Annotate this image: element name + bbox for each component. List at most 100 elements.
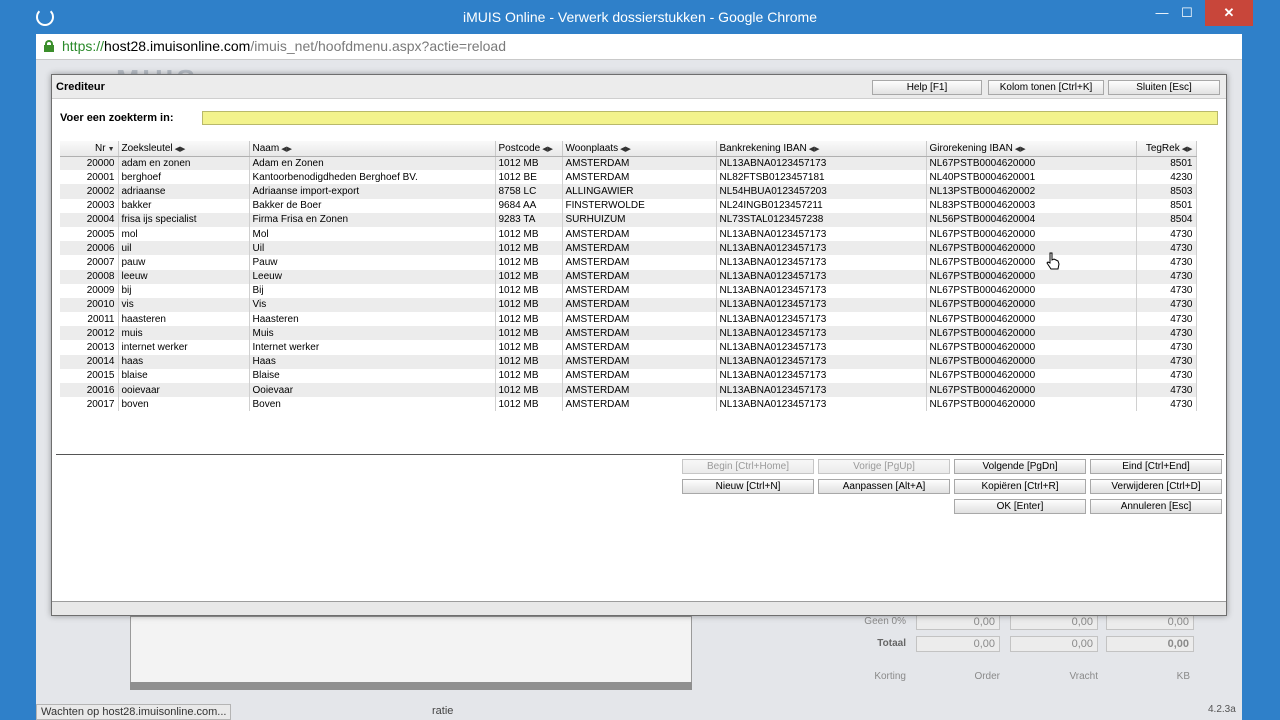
table-row[interactable]: 20007 pauw Pauw 1012 MB AMSTERDAM NL13ABNA012… bbox=[60, 255, 1197, 270]
cancel-button[interactable]: Annuleren [Esc] bbox=[1090, 499, 1222, 514]
table-row[interactable]: 20000 adam en zonen Adam en Zonen 1012 MB AM… bbox=[60, 156, 1197, 171]
table-row[interactable]: 20016 ooievaar Ooievaar 1012 MB AMSTERDAM NL1… bbox=[60, 383, 1197, 398]
maximize-button[interactable]: ☐ bbox=[1172, 0, 1202, 26]
table-cell: muis bbox=[118, 326, 250, 341]
close-dialog-button[interactable]: Sluiten [Esc] bbox=[1108, 80, 1220, 95]
table-row[interactable]: 20005 mol Mol 1012 MB AMSTERDAM NL13ABNA01234… bbox=[60, 226, 1197, 242]
previous-button[interactable]: Vorige [PgUp] bbox=[818, 459, 950, 474]
delete-button[interactable]: Verwijderen [Ctrl+D] bbox=[1090, 479, 1222, 494]
table-cell: AMSTERDAM bbox=[562, 226, 717, 242]
column-header-postcode[interactable]: Postcode ◀▶ bbox=[495, 141, 563, 157]
table-row[interactable]: 20004 frisa ijs specialist Firma Frisa en … bbox=[60, 212, 1197, 227]
table-cell: 20017 bbox=[60, 397, 119, 412]
table-cell: 8501 bbox=[1136, 198, 1197, 213]
show-columns-button[interactable]: Kolom tonen [Ctrl+K] bbox=[988, 80, 1104, 95]
table-cell: Haasteren bbox=[249, 312, 496, 327]
table-row[interactable]: 20011 haasteren Haasteren 1012 MB AMSTERDAM N… bbox=[60, 312, 1197, 327]
table-row[interactable]: 20009 bij Bij 1012 MB AMSTERDAM NL13ABNA01234… bbox=[60, 283, 1197, 298]
next-button[interactable]: Volgende [PgDn] bbox=[954, 459, 1086, 474]
begin-button[interactable]: Begin [Ctrl+Home] bbox=[682, 459, 814, 474]
new-button[interactable]: Nieuw [Ctrl+N] bbox=[682, 479, 814, 494]
sort-icon: ◀▶ bbox=[620, 145, 631, 153]
table-row[interactable]: 20015 blaise Blaise 1012 MB AMSTERDAM NL13ABN… bbox=[60, 368, 1197, 383]
table-cell: NL67PSTB0004620000 bbox=[926, 354, 1137, 369]
table-cell: 1012 BE bbox=[495, 170, 563, 185]
column-header-bankrekening[interactable]: Bankrekening IBAN ◀▶ bbox=[716, 141, 927, 157]
table-row[interactable]: 20008 leeuw Leeuw 1012 MB AMSTERDAM NL13ABNA0… bbox=[60, 269, 1197, 284]
table-cell: NL56PSTB0004620004 bbox=[926, 212, 1137, 227]
korting-label: Korting bbox=[874, 671, 906, 682]
column-header-naam[interactable]: Naam ◀▶ bbox=[249, 141, 496, 157]
sort-icon: ◀▶ bbox=[174, 145, 186, 153]
lock-icon bbox=[44, 40, 54, 52]
table-row[interactable]: 20001 berghoef Kantoorbenodigdheden Bergho… bbox=[60, 170, 1197, 185]
table-row[interactable]: 20013 internet werker Internet werker 1012 … bbox=[60, 340, 1197, 355]
table-cell: Boven bbox=[249, 397, 496, 412]
table-cell: NL67PSTB0004620000 bbox=[926, 368, 1137, 383]
table-cell: 20012 bbox=[60, 326, 119, 341]
table-row[interactable]: 20006 uil Uil 1012 MB AMSTERDAM NL13ABNA01234… bbox=[60, 241, 1197, 256]
table-cell: NL13ABNA0123457173 bbox=[716, 326, 927, 341]
table-cell: SURHUIZUM bbox=[562, 212, 717, 227]
table-cell: 9283 TA bbox=[495, 212, 563, 227]
table-cell: AMSTERDAM bbox=[562, 255, 717, 270]
table-cell: AMSTERDAM bbox=[562, 241, 717, 256]
table-cell: 8501 bbox=[1136, 156, 1197, 171]
table-row[interactable]: 20010 vis Vis 1012 MB AMSTERDAM NL13ABNA01234… bbox=[60, 297, 1197, 313]
table-row[interactable]: 20002 adriaanse Adriaanse import-export 875… bbox=[60, 184, 1197, 199]
edit-button[interactable]: Aanpassen [Alt+A] bbox=[818, 479, 950, 494]
table-cell: 4730 bbox=[1136, 226, 1197, 242]
column-header-woonplaats[interactable]: Woonplaats ◀▶ bbox=[562, 141, 717, 157]
browser-status-bar: Wachten op host28.imuisonline.com... bbox=[36, 704, 232, 720]
table-cell: NL24INGB0123457211 bbox=[716, 198, 927, 213]
table-cell: 1012 MB bbox=[495, 312, 563, 327]
table-row[interactable]: 20012 muis Muis 1012 MB AMSTERDAM NL13ABNA012… bbox=[60, 326, 1197, 341]
table-cell: Bakker de Boer bbox=[249, 198, 496, 213]
table-cell: Blaise bbox=[249, 368, 496, 383]
column-header-girorekening[interactable]: Girorekening IBAN ◀▶ bbox=[926, 141, 1137, 157]
table-cell: NL67PSTB0004620000 bbox=[926, 255, 1137, 270]
table-cell: vis bbox=[118, 297, 250, 313]
table-cell: NL67PSTB0004620000 bbox=[926, 226, 1137, 242]
copy-button[interactable]: Kopiëren [Ctrl+R] bbox=[954, 479, 1086, 494]
table-cell: NL13PSTB0004620002 bbox=[926, 184, 1137, 199]
search-input[interactable] bbox=[202, 111, 1218, 125]
table-cell: ooievaar bbox=[118, 383, 250, 398]
column-header-zoeksleutel[interactable]: Zoeksleutel ◀▶ bbox=[118, 141, 250, 157]
table-cell: Haas bbox=[249, 354, 496, 369]
column-header-nr[interactable]: Nr ▼ bbox=[60, 141, 119, 157]
close-window-button[interactable]: ✕ bbox=[1205, 0, 1253, 26]
version-label: 4.2.3a bbox=[1208, 704, 1236, 715]
table-cell: NL73STAL0123457238 bbox=[716, 212, 927, 227]
table-cell: AMSTERDAM bbox=[562, 368, 717, 383]
url-text[interactable]: https://host28.imuisonline.com/imuis_net… bbox=[62, 38, 506, 54]
table-row[interactable]: 20003 bakker Bakker de Boer 9684 AA FINSTERW… bbox=[60, 198, 1197, 213]
end-button[interactable]: Eind [Ctrl+End] bbox=[1090, 459, 1222, 474]
table-cell: Adam en Zonen bbox=[249, 156, 496, 171]
ok-button[interactable]: OK [Enter] bbox=[954, 499, 1086, 514]
table-row[interactable]: 20014 haas Haas 1012 MB AMSTERDAM NL13ABNA012… bbox=[60, 354, 1197, 369]
column-header-tegrek[interactable]: TegRek ◀▶ bbox=[1136, 141, 1197, 157]
help-button[interactable]: Help [F1] bbox=[872, 80, 982, 95]
table-cell: AMSTERDAM bbox=[562, 312, 717, 327]
table-cell: ALLINGAWIER bbox=[562, 184, 717, 199]
table-cell: frisa ijs specialist bbox=[118, 212, 250, 227]
table-cell: AMSTERDAM bbox=[562, 326, 717, 341]
table-cell: haas bbox=[118, 354, 250, 369]
table-cell: Mol bbox=[249, 226, 496, 242]
crediteur-table: Nr ▼ Zoeksleutel ◀▶ Naam ◀▶ Postcode ◀▶ Woon… bbox=[60, 141, 1197, 412]
address-bar[interactable]: https://host28.imuisonline.com/imuis_net… bbox=[36, 34, 1242, 60]
table-cell: NL67PSTB0004620000 bbox=[926, 326, 1137, 341]
table-cell: 4730 bbox=[1136, 326, 1197, 341]
table-cell: 4730 bbox=[1136, 312, 1197, 327]
table-cell: 4730 bbox=[1136, 297, 1197, 313]
table-cell: 9684 AA bbox=[495, 198, 563, 213]
table-cell: 20004 bbox=[60, 212, 119, 227]
table-cell: 20013 bbox=[60, 340, 119, 355]
table-cell: Pauw bbox=[249, 255, 496, 270]
hand-cursor-icon bbox=[1046, 252, 1060, 270]
table-cell: NL40PSTB0004620001 bbox=[926, 170, 1137, 185]
table-cell: NL67PSTB0004620000 bbox=[926, 269, 1137, 284]
table-row[interactable]: 20017 boven Boven 1012 MB AMSTERDAM NL13ABNA0… bbox=[60, 397, 1197, 412]
table-cell: Adriaanse import-export bbox=[249, 184, 496, 199]
